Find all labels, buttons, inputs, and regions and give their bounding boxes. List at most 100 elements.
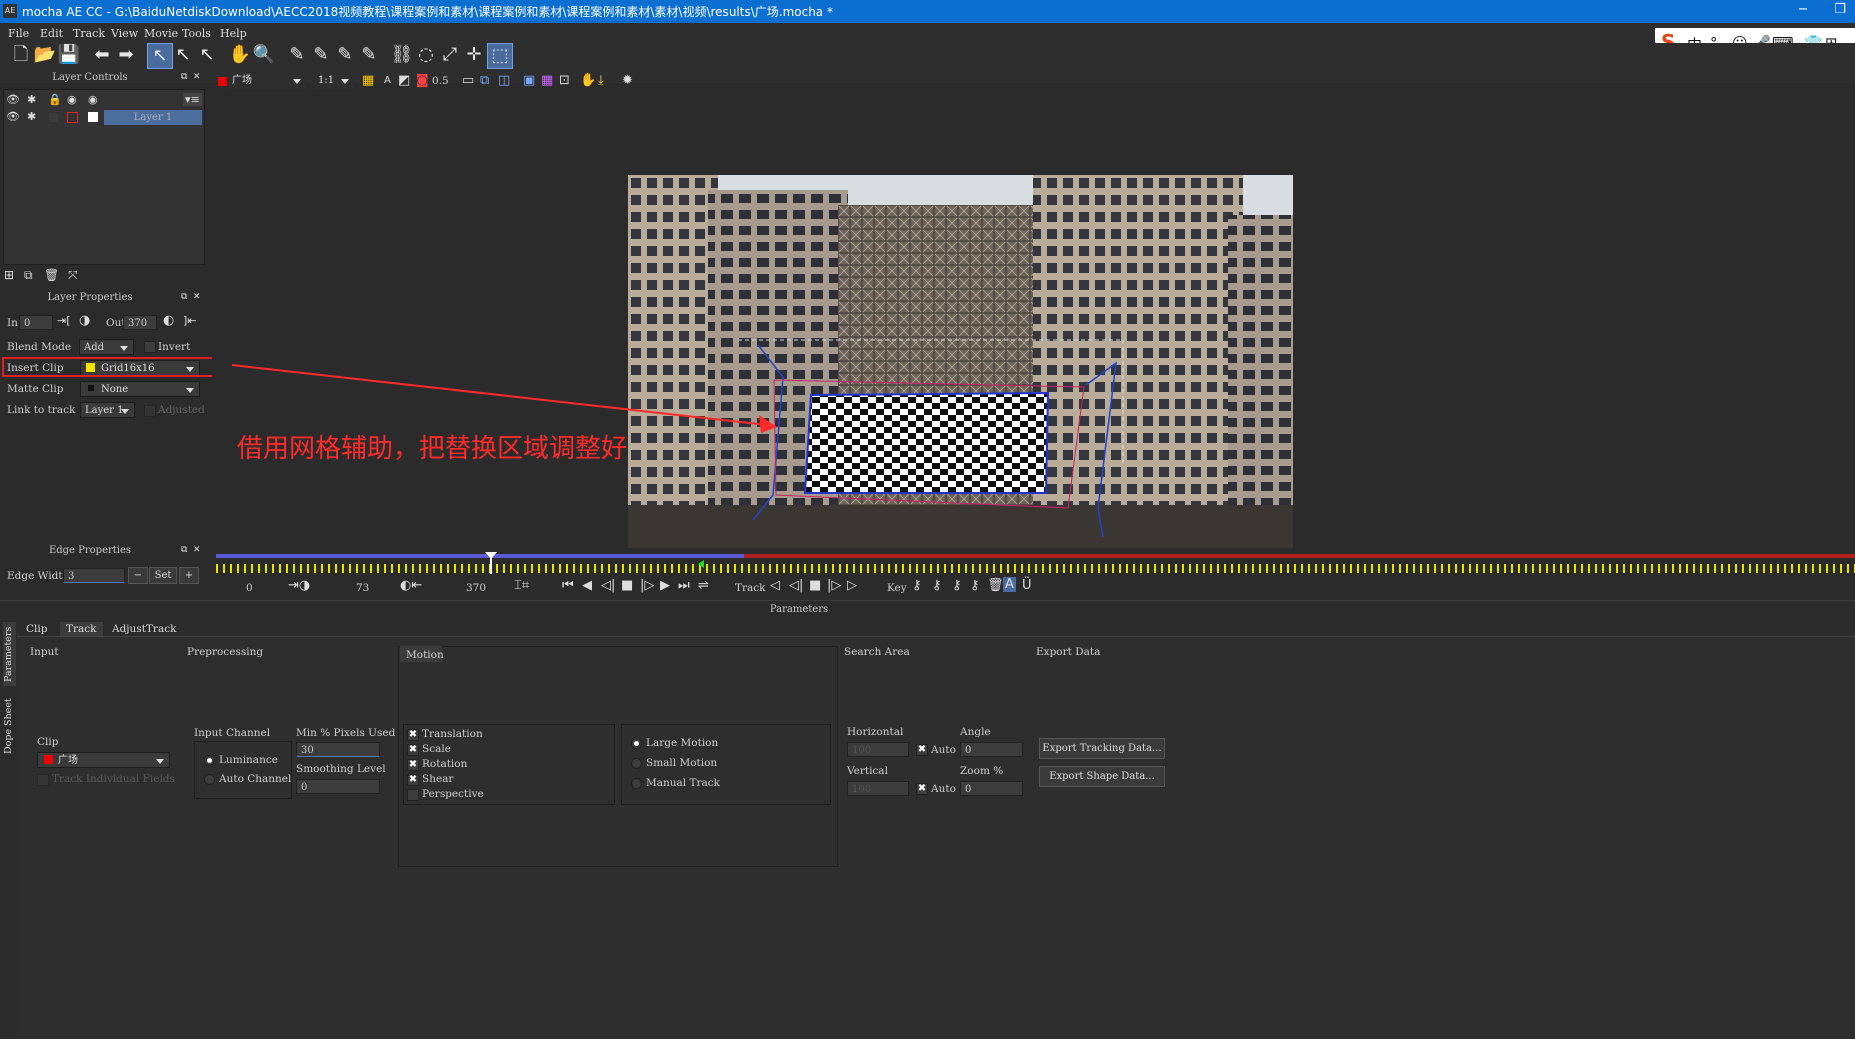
overlay-icon[interactable]: ◩ [398,73,410,88]
delete-key-icon[interactable]: ⚷ [970,578,980,593]
rgb-channels-icon[interactable]: ▦ [362,73,374,88]
zoom-tool-icon[interactable]: 🔍 [252,43,276,67]
add-key-icon[interactable]: ⚷ [952,578,962,593]
stop-icon[interactable]: ■ [621,578,633,593]
angle-field[interactable]: 0 [960,742,1023,757]
set-out-icon[interactable]: ]⇤ [183,314,197,327]
autokey-icon[interactable]: A [1003,577,1016,592]
track-back-frame-icon[interactable]: ◁| [789,578,803,593]
minimize-button[interactable]: − [1793,2,1813,17]
go-to-start-icon[interactable]: ⏮ [562,578,574,593]
close-icon[interactable]: ✕ [193,545,201,555]
next-key-icon[interactable]: ⚷ [932,578,942,593]
lasso-tool-icon[interactable]: ◌ [414,43,438,67]
min-pixels-field[interactable]: 30 [296,742,380,757]
track-stop-icon[interactable]: ■ [809,578,821,593]
auto-channel-radio[interactable] [204,774,215,785]
layer-color-swatch[interactable] [67,112,78,123]
redo-icon[interactable]: ➡ [114,43,138,67]
set-out-point-icon[interactable]: ◐⇤ [400,578,422,593]
play-forward-icon[interactable]: ▶ [660,578,670,593]
adjusted-checkbox[interactable] [144,405,156,417]
visibility-icon[interactable]: 👁 [6,93,20,106]
current-frame[interactable]: 73 [356,582,369,594]
blend-mode-select[interactable]: Add [79,339,134,355]
save-project-icon[interactable]: 💾 [57,43,81,67]
menu-movie[interactable]: Movie [144,27,178,40]
layer-row[interactable]: 👁 ✱ Layer 1 [4,110,202,126]
set-in-icon[interactable]: ⇥[ [57,314,71,327]
horizontal-auto-checkbox[interactable]: ✖ [916,744,928,756]
lock-icon[interactable]: 🔒 [48,93,62,106]
large-motion-radio[interactable] [631,738,642,749]
zoom-timeline-icon[interactable]: ⌶⌗ [514,578,529,593]
restore-button[interactable]: ❐ [1830,2,1850,17]
close-icon[interactable]: ✕ [193,292,201,302]
new-project-icon[interactable]: 🗋 [9,43,33,67]
select-b-icon[interactable]: ↖ [171,43,195,67]
view-magnify-icon[interactable]: ⊡ [559,73,570,88]
zoom-select[interactable]: 1:1 [314,73,354,89]
scale-checkbox[interactable]: ✖ [407,744,419,756]
out-field[interactable]: 370 [123,315,157,330]
manual-track-radio[interactable] [631,778,642,789]
float-icon[interactable]: ⧉ [181,72,187,82]
out-dial-icon[interactable]: ◐ [163,313,174,328]
edge-width-minus-button[interactable]: − [128,567,148,584]
menu-tools[interactable]: Tools [182,27,211,40]
track-fields-checkbox[interactable] [37,774,49,786]
view-spline-icon[interactable]: ◫ [498,73,510,88]
layer-matte-swatch[interactable] [88,112,98,122]
track-backward-icon[interactable]: ◁ [770,578,780,593]
playhead-handle-icon[interactable] [485,552,497,559]
side-tab-dopesheet[interactable]: Dope Sheet [3,690,16,758]
prev-key-icon[interactable]: ⚷ [912,578,922,593]
xspline-tool-icon[interactable]: ✎ [285,43,309,67]
update-icon[interactable]: Ü [1022,578,1032,593]
menu-file[interactable]: File [8,27,29,40]
float-icon[interactable]: ⧉ [181,545,187,555]
side-tab-parameters[interactable]: Parameters [3,622,16,686]
delete-layer-icon[interactable]: 🗑 [44,268,59,282]
play-backward-icon[interactable]: ◀ [582,578,592,593]
step-back-icon[interactable]: ◁| [601,578,615,593]
export-tracking-data-button[interactable]: Export Tracking Data... [1039,738,1165,759]
color-icon[interactable]: ◉ [67,93,77,106]
matte-clip-select[interactable]: None [80,381,200,397]
xspline-add-icon[interactable]: ✎ [309,43,333,67]
invert-checkbox[interactable] [144,341,156,353]
alpha-channel-icon[interactable]: A [384,75,391,86]
tab-clip[interactable]: Clip [20,622,53,636]
transform-tool-icon[interactable]: ⤢ [438,43,462,67]
loop-icon[interactable]: ⇌ [698,578,709,593]
cog-icon[interactable]: ✱ [27,93,36,106]
duplicate-layer-icon[interactable]: ⧉ [24,268,33,283]
menu-track[interactable]: Track [73,27,105,40]
menu-help[interactable]: Help [220,27,247,40]
tab-adjusttrack[interactable]: AdjustTrack [106,622,182,636]
edge-width-plus-button[interactable]: + [179,567,199,584]
view-surface-icon[interactable]: ▣ [523,73,535,88]
menu-edit[interactable]: Edit [40,27,63,40]
matte-icon[interactable]: ◙ [416,73,429,88]
zoom-field[interactable]: 0 [960,781,1023,796]
track-forward-frame-icon[interactable]: |▷ [827,578,841,593]
select-add-icon[interactable]: ↖ [195,43,219,67]
timeline-ruler[interactable] [216,564,1855,573]
luminance-radio[interactable] [204,755,215,766]
step-forward-icon[interactable]: |▷ [640,578,654,593]
view-layer-icon[interactable]: ⧉ [480,73,489,88]
input-clip-select[interactable]: 广场 [37,752,170,768]
menu-view[interactable]: View [111,27,138,40]
export-shape-data-button[interactable]: Export Shape Data... [1039,766,1165,787]
smoothing-field[interactable]: 0 [296,779,380,794]
palette-icon[interactable]: ◉ [88,93,98,106]
layer-cog-icon[interactable]: ✱ [27,110,36,123]
small-motion-radio[interactable] [631,758,642,769]
tab-track[interactable]: Track [60,622,103,636]
close-icon[interactable]: ✕ [193,72,201,82]
open-project-icon[interactable]: 📂 [33,43,57,67]
move-tool-icon[interactable]: ✛ [462,43,486,67]
track-forward-icon[interactable]: ▷ [847,578,857,593]
viewer-clip-select[interactable]: 广场 [228,73,306,89]
